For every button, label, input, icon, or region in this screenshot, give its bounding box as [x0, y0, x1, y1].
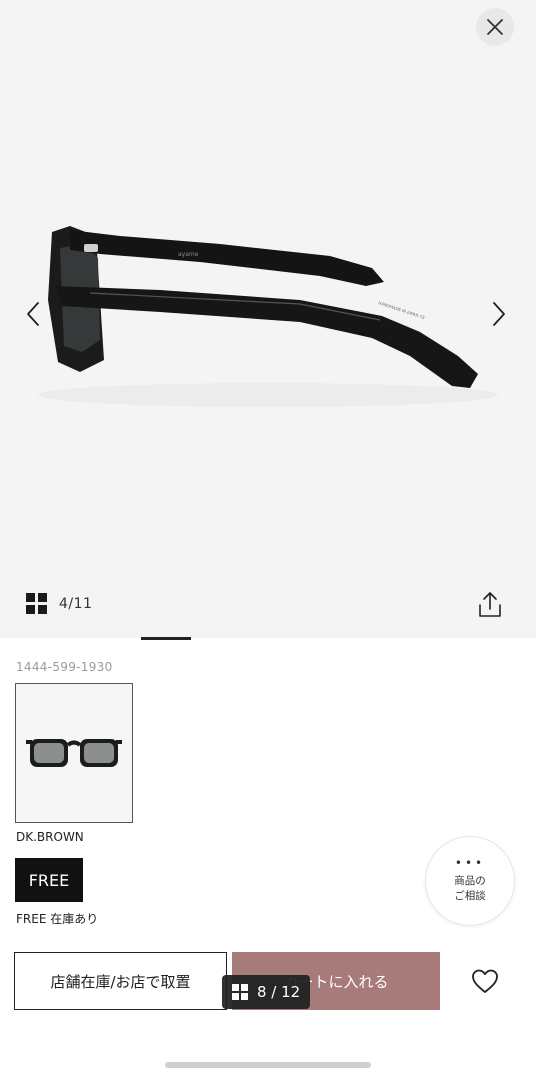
favorite-button[interactable] [470, 967, 500, 995]
product-code: 1444-599-1930 [16, 660, 113, 674]
thumbnail-grid-toggle[interactable]: 4/11 [26, 593, 92, 614]
product-consultation-button[interactable]: ••• 商品の ご相談 [425, 836, 515, 926]
swatch-glasses-image [26, 739, 122, 767]
size-option-free[interactable]: FREE [15, 858, 83, 902]
glasses-side-photo: ayame HANDMADE IN JAPAN CE [0, 0, 536, 638]
stock-status: FREE 在庫あり [16, 912, 99, 926]
share-icon [479, 592, 501, 617]
heart-icon [472, 969, 498, 993]
store-stock-button[interactable]: 店舗在庫/お店で取置 [14, 952, 227, 1010]
selected-color-name: DK.BROWN [16, 830, 84, 844]
frame-brand-mark: ayame [178, 251, 199, 258]
share-button[interactable] [476, 590, 504, 620]
close-icon [487, 19, 503, 35]
close-button[interactable] [476, 8, 514, 46]
page-indicator[interactable]: 8 / 12 [222, 975, 311, 1009]
home-indicator[interactable] [165, 1062, 371, 1068]
previous-image-button[interactable] [18, 296, 48, 332]
next-image-button[interactable] [484, 296, 514, 332]
consult-label-line1: 商品の [454, 875, 486, 887]
consult-label-line2: ご相談 [454, 890, 486, 902]
product-image-gallery[interactable]: ayame HANDMADE IN JAPAN CE 4/11 [0, 0, 536, 638]
grid-icon [26, 593, 47, 614]
more-dots-icon: ••• [454, 856, 486, 870]
image-counter: 4/11 [59, 595, 93, 612]
page-indicator-label: 8 / 12 [257, 983, 301, 1001]
gallery-tab-indicator [141, 637, 191, 640]
color-swatch-dk-brown[interactable] [15, 683, 133, 823]
chevron-left-icon [27, 302, 39, 326]
grid-icon [232, 984, 248, 1000]
chevron-right-icon [493, 302, 505, 326]
